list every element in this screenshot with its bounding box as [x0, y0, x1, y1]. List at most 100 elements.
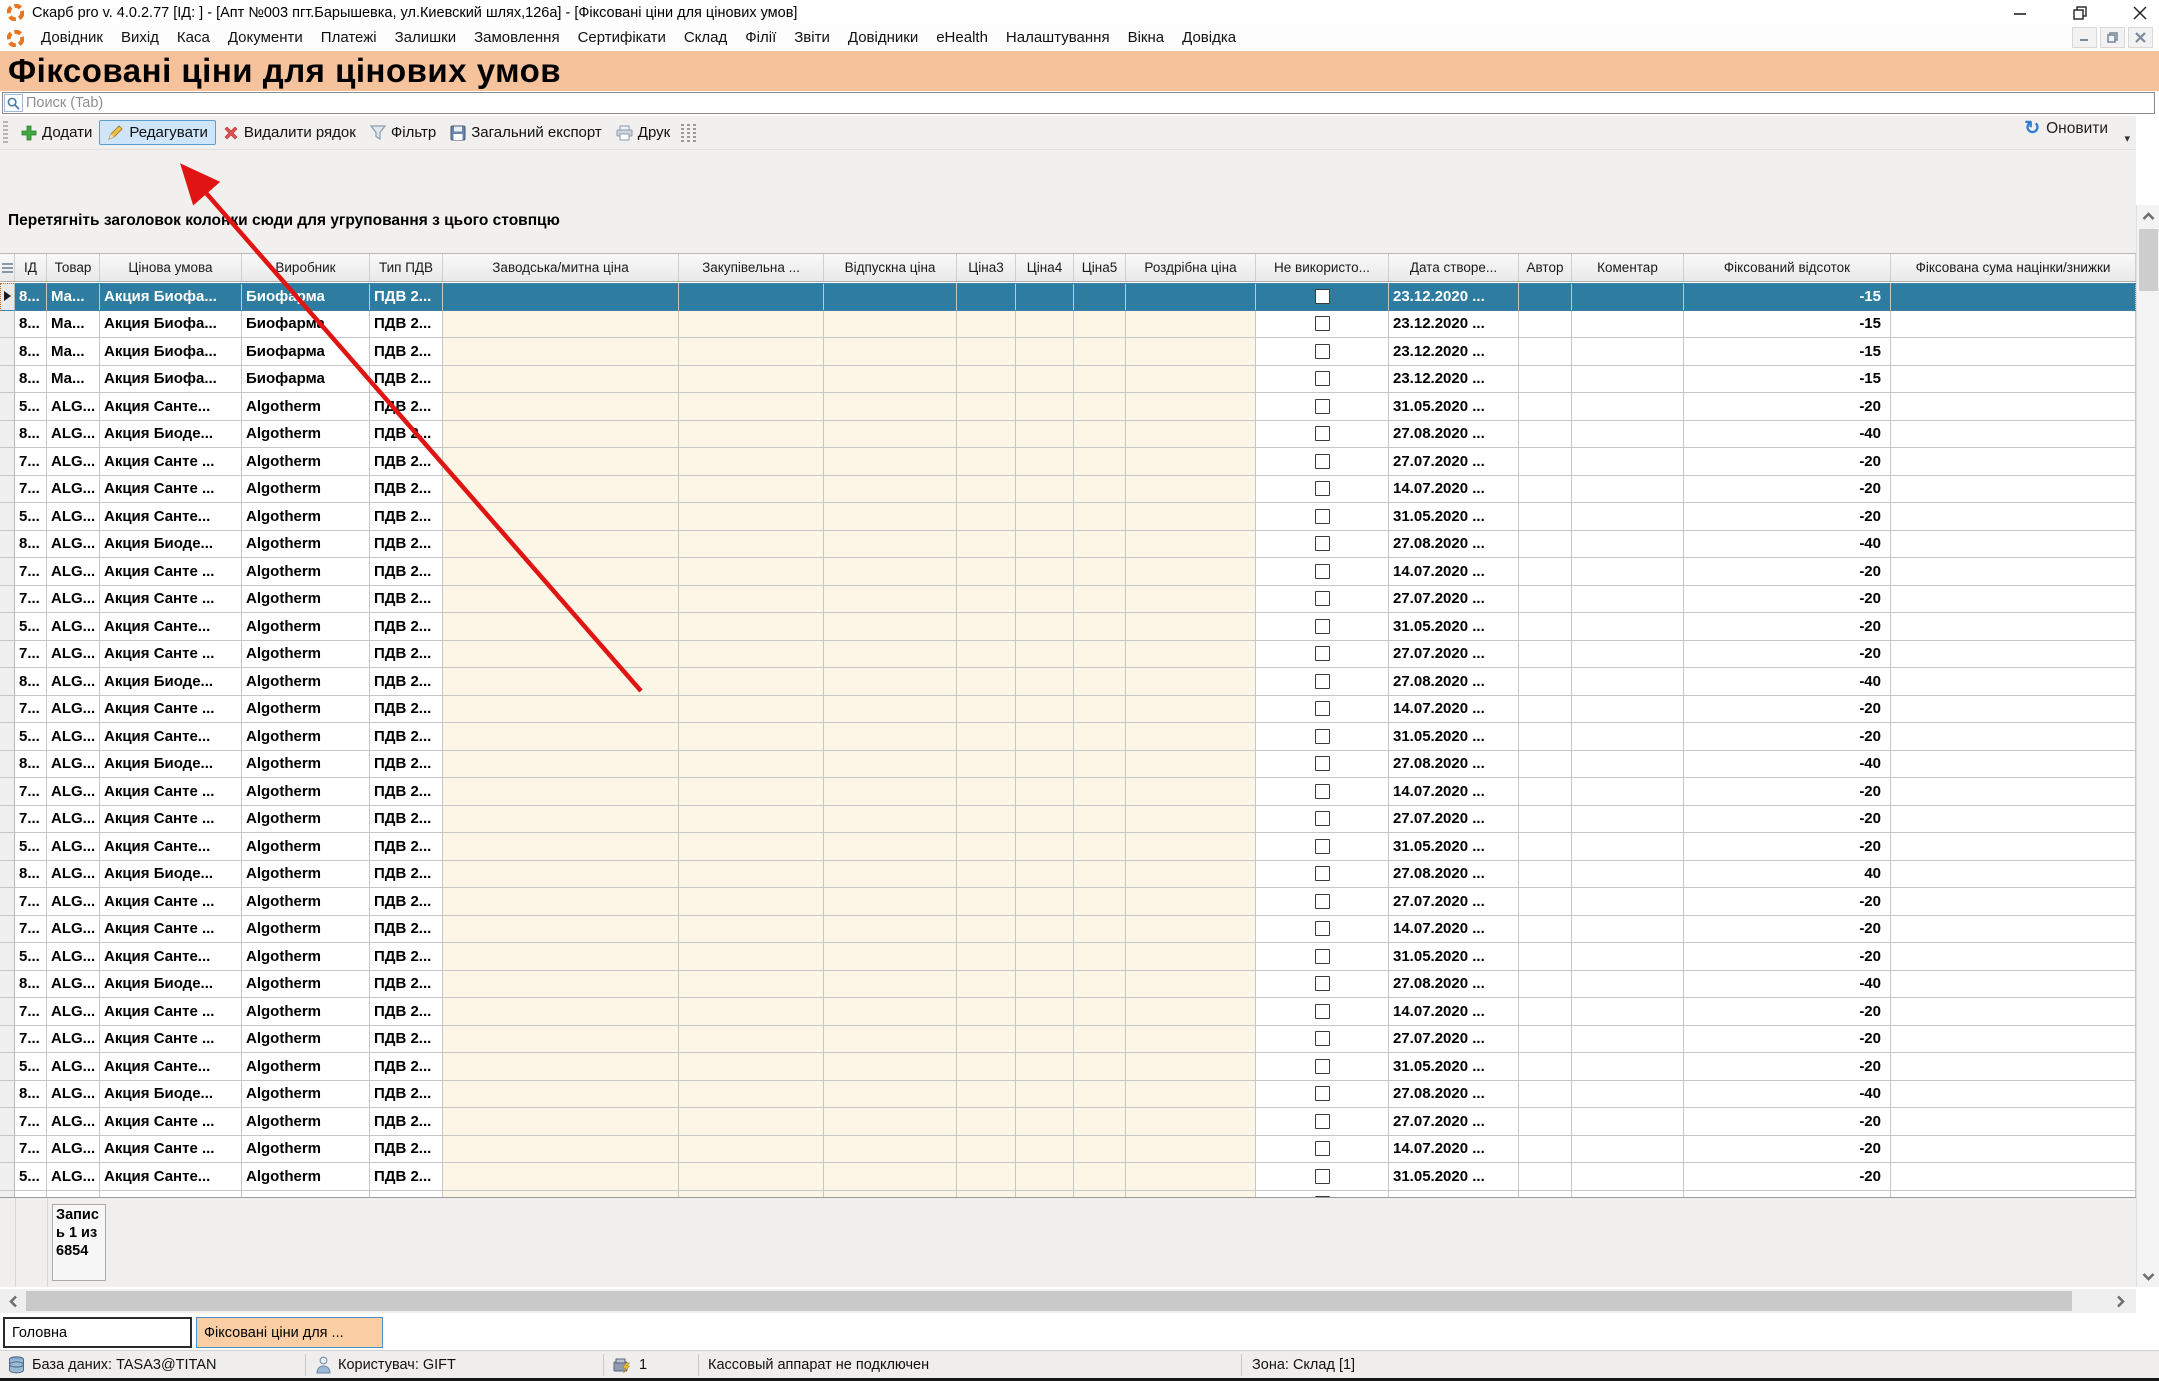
- menu-item-9[interactable]: Філії: [736, 25, 785, 51]
- table-row[interactable]: 5...ALG...Акция Санте...AlgothermПДВ 2..…: [0, 723, 2136, 751]
- menu-item-8[interactable]: Склад: [675, 25, 736, 51]
- table-row[interactable]: 7...ALG...Акция Санте ...AlgothermПДВ 2.…: [0, 448, 2136, 476]
- mdi-restore-button[interactable]: [2100, 27, 2125, 48]
- menu-item-0[interactable]: Довідник: [32, 25, 112, 51]
- table-row[interactable]: 7...ALG...Акция Санте ...AlgothermПДВ 2.…: [0, 806, 2136, 834]
- menu-item-10[interactable]: Звіти: [785, 25, 839, 51]
- scroll-right-icon[interactable]: [2108, 1291, 2132, 1311]
- mdi-close-button[interactable]: [2128, 27, 2153, 48]
- table-row[interactable]: 7...ALG...Акция Санте ...AlgothermПДВ 2.…: [0, 696, 2136, 724]
- table-row[interactable]: 7...ALG...Акция Санте ...AlgothermПДВ 2.…: [0, 778, 2136, 806]
- table-row[interactable]: 7...ALG...Акция Санте ...AlgothermПДВ 2.…: [0, 916, 2136, 944]
- menu-item-7[interactable]: Сертифікати: [569, 25, 675, 51]
- edit-button[interactable]: Редагувати: [99, 120, 216, 145]
- menu-item-1[interactable]: Вихід: [112, 25, 168, 51]
- not-used-checkbox[interactable]: [1315, 1031, 1330, 1046]
- not-used-checkbox[interactable]: [1315, 619, 1330, 634]
- column-header-6[interactable]: Закупівельна ...: [679, 254, 824, 281]
- not-used-checkbox[interactable]: [1315, 316, 1330, 331]
- table-row[interactable]: 8...Ма...Акция Биофа...БиофармаПДВ 2...2…: [0, 311, 2136, 339]
- not-used-checkbox[interactable]: [1315, 536, 1330, 551]
- horizontal-scrollbar[interactable]: [0, 1289, 2136, 1313]
- vertical-scroll-thumb[interactable]: [2139, 229, 2158, 291]
- column-header-13[interactable]: Дата створе...: [1389, 254, 1519, 281]
- not-used-checkbox[interactable]: [1315, 1059, 1330, 1074]
- restore-button[interactable]: [2071, 5, 2089, 21]
- table-row[interactable]: 8...ALG...Акция Биоде...AlgothermПДВ 2..…: [0, 971, 2136, 999]
- print-button[interactable]: Друк: [609, 121, 677, 144]
- column-header-15[interactable]: Коментар: [1572, 254, 1684, 281]
- not-used-checkbox[interactable]: [1315, 454, 1330, 469]
- delete-row-button[interactable]: Видалити рядок: [216, 121, 363, 144]
- table-row[interactable]: 8...ALG...Акция Биоде...AlgothermПДВ 2..…: [0, 751, 2136, 779]
- not-used-checkbox[interactable]: [1315, 1141, 1330, 1156]
- scroll-up-icon[interactable]: [2137, 205, 2159, 227]
- column-header-9[interactable]: Ціна4: [1016, 254, 1074, 281]
- not-used-checkbox[interactable]: [1315, 894, 1330, 909]
- menu-item-3[interactable]: Документи: [219, 25, 312, 51]
- toolbar-grip[interactable]: [3, 121, 8, 145]
- column-header-0[interactable]: ІД: [15, 254, 47, 281]
- column-header-8[interactable]: Ціна3: [957, 254, 1016, 281]
- not-used-checkbox[interactable]: [1315, 756, 1330, 771]
- column-header-11[interactable]: Роздрібна ціна: [1126, 254, 1256, 281]
- not-used-checkbox[interactable]: [1315, 701, 1330, 716]
- not-used-checkbox[interactable]: [1315, 591, 1330, 606]
- column-header-4[interactable]: Тип ПДВ: [370, 254, 443, 281]
- not-used-checkbox[interactable]: [1315, 1086, 1330, 1101]
- table-row[interactable]: 8...Ма...Акция Биофа...БиофармаПДВ 2...2…: [0, 283, 2136, 311]
- not-used-checkbox[interactable]: [1315, 344, 1330, 359]
- menu-item-12[interactable]: eHealth: [927, 25, 997, 51]
- table-row[interactable]: 7...ALG...Акция Санте ...AlgothermПДВ 2.…: [0, 558, 2136, 586]
- scroll-down-icon[interactable]: [2137, 1265, 2159, 1287]
- not-used-checkbox[interactable]: [1315, 564, 1330, 579]
- add-button[interactable]: Додати: [14, 121, 99, 144]
- menu-item-14[interactable]: Вікна: [1119, 25, 1174, 51]
- not-used-checkbox[interactable]: [1315, 1114, 1330, 1129]
- table-row[interactable]: 5...ALG...Акция Санте...AlgothermПДВ 2..…: [0, 833, 2136, 861]
- not-used-checkbox[interactable]: [1315, 399, 1330, 414]
- table-row[interactable]: 8...ALG...Акция Биоде...AlgothermПДВ 2..…: [0, 861, 2136, 889]
- table-row[interactable]: 8...Ма...Акция Биофа...БиофармаПДВ 2...2…: [0, 338, 2136, 366]
- menu-item-13[interactable]: Налаштування: [997, 25, 1119, 51]
- table-row[interactable]: 7...ALG...Акция Санте ...AlgothermПДВ 2.…: [0, 1108, 2136, 1136]
- tab-fixed-prices[interactable]: Фіксовані ціни для ...: [196, 1317, 383, 1348]
- refresh-button[interactable]: ↻ Оновити: [2024, 119, 2108, 138]
- menu-item-11[interactable]: Довідники: [839, 25, 927, 51]
- not-used-checkbox[interactable]: [1315, 1004, 1330, 1019]
- column-header-5[interactable]: Заводська/митна ціна: [443, 254, 679, 281]
- table-row[interactable]: 7...ALG...Акция Санте ...AlgothermПДВ 2.…: [0, 641, 2136, 669]
- column-header-7[interactable]: Відпускна ціна: [824, 254, 957, 281]
- menu-item-4[interactable]: Платежі: [312, 25, 386, 51]
- column-header-2[interactable]: Цінова умова: [100, 254, 242, 281]
- column-header-3[interactable]: Виробник: [242, 254, 370, 281]
- table-row[interactable]: 7...ALG...Акция Санте ...AlgothermПДВ 2.…: [0, 586, 2136, 614]
- not-used-checkbox[interactable]: [1315, 949, 1330, 964]
- not-used-checkbox[interactable]: [1315, 674, 1330, 689]
- not-used-checkbox[interactable]: [1315, 866, 1330, 881]
- not-used-checkbox[interactable]: [1315, 976, 1330, 991]
- column-header-16[interactable]: Фіксований відсоток: [1684, 254, 1891, 281]
- filter-button[interactable]: Фільтр: [363, 121, 443, 144]
- table-row[interactable]: 7...ALG...Акция Санте ...AlgothermПДВ 2.…: [0, 1026, 2136, 1054]
- table-row[interactable]: 8...Ма...Акция Биофа...БиофармаПДВ 2...2…: [0, 366, 2136, 394]
- table-row[interactable]: 8...ALG...Акция Биоде...AlgothermПДВ 2..…: [0, 668, 2136, 696]
- not-used-checkbox[interactable]: [1315, 371, 1330, 386]
- column-header-1[interactable]: Товар: [47, 254, 100, 281]
- mdi-minimize-button[interactable]: [2072, 27, 2097, 48]
- not-used-checkbox[interactable]: [1315, 289, 1330, 304]
- table-row[interactable]: 5...ALG...Акция Санте...AlgothermПДВ 2..…: [0, 503, 2136, 531]
- table-row[interactable]: 7...ALG...Акция Санте ...AlgothermПДВ 2.…: [0, 476, 2136, 504]
- table-row[interactable]: 8...ALG...Акция Биоде...AlgothermПДВ 2..…: [0, 531, 2136, 559]
- not-used-checkbox[interactable]: [1315, 921, 1330, 936]
- table-row[interactable]: 5...ALG...Акция Санте...AlgothermПДВ 2..…: [0, 1163, 2136, 1191]
- table-row[interactable]: 7...ALG...Акция Санте ...AlgothermПДВ 2.…: [0, 888, 2136, 916]
- column-header-10[interactable]: Ціна5: [1074, 254, 1126, 281]
- not-used-checkbox[interactable]: [1315, 481, 1330, 496]
- table-row[interactable]: 5...ALG...Акция Санте...AlgothermПДВ 2..…: [0, 943, 2136, 971]
- horizontal-scroll-thumb[interactable]: [26, 1291, 2072, 1311]
- table-row[interactable]: 8...ALG...Акция Биоде...AlgothermПДВ 2..…: [0, 1081, 2136, 1109]
- menu-item-15[interactable]: Довідка: [1173, 25, 1245, 51]
- close-button[interactable]: [2131, 5, 2149, 21]
- not-used-checkbox[interactable]: [1315, 1169, 1330, 1184]
